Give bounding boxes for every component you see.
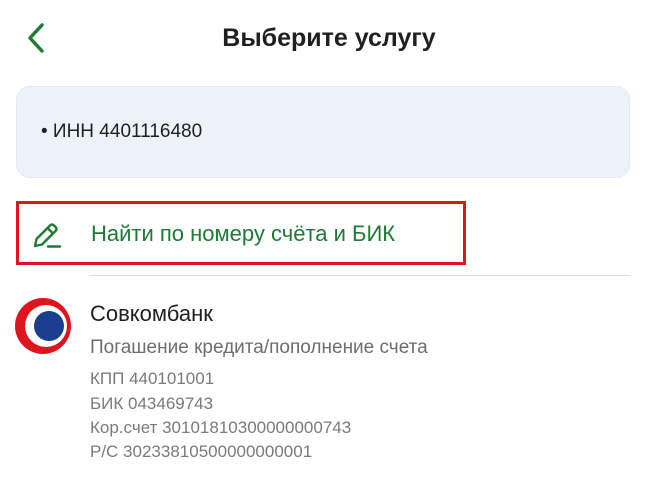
pencil-icon xyxy=(33,223,62,248)
inn-text: • ИНН 4401116480 xyxy=(41,121,203,142)
header: Выберите услугу xyxy=(0,0,658,80)
bank-list-item[interactable]: Совкомбанк Погашение кредита/пополнение … xyxy=(0,285,658,475)
bank-rs: Р/С 30233810500000000001 xyxy=(90,442,313,461)
divider xyxy=(90,275,630,276)
bank-kpp: КПП 440101001 xyxy=(90,369,215,388)
bank-name: Совкомбанк xyxy=(90,301,213,326)
bank-service: Погашение кредита/пополнение счета xyxy=(90,337,428,358)
bank-bik: БИК 043469743 xyxy=(90,394,214,413)
page-title: Выберите услугу xyxy=(222,24,436,52)
inn-info-card: • ИНН 4401116480 xyxy=(16,86,630,178)
find-by-account-bik-label: Найти по номеру счёта и БИК xyxy=(91,221,396,246)
bank-kor-schet: Кор.счет 30101810300000000743 xyxy=(90,418,352,437)
sovcombank-logo xyxy=(15,298,71,354)
find-by-account-bik-button[interactable]: Найти по номеру счёта и БИК xyxy=(16,201,466,265)
